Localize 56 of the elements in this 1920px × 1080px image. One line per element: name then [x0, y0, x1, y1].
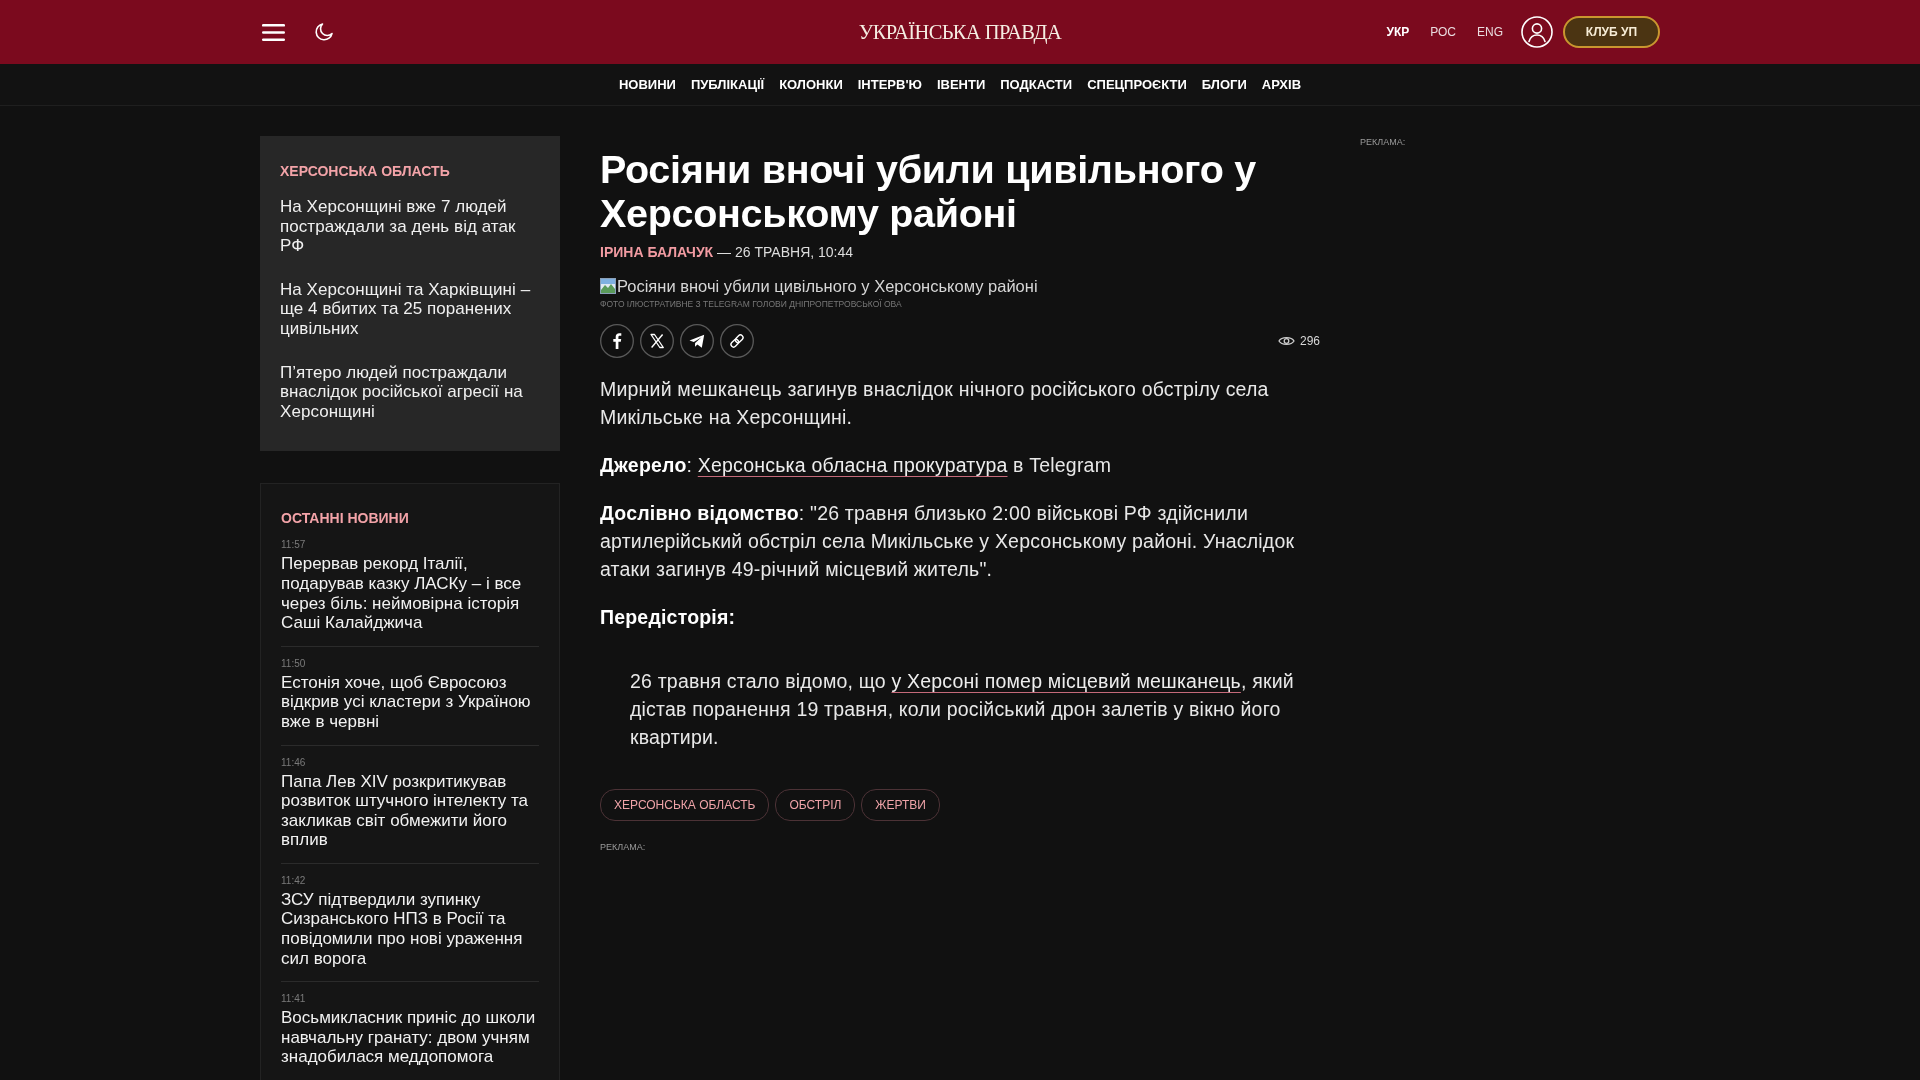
chain-link-icon[interactable] — [720, 324, 754, 358]
news-link[interactable]: П’ятеро людей постраждали внаслідок російської агресії на Херсонщині — [280, 362, 540, 422]
image-alt-text: Росіяни вночі убили цивільного у Херсонському районі — [617, 277, 1038, 295]
news-time: 11:42 — [281, 873, 307, 888]
nav-link[interactable]: ІВЕНТИ — [936, 77, 986, 92]
section-heading: ХЕРСОНСЬКА ОБЛАСТЬ — [280, 162, 451, 181]
article-paragraph: Дослівно відомство: "26 травня близько 2:00 військові РФ здійснили артилерійський обстріл села Микільське у Херсонському районі. Унаслідок атаки загинув 49-річний місцевий житель". — [600, 501, 1296, 582]
nav-link[interactable]: КОЛОНКИ — [779, 77, 843, 92]
news-time: 11:46 — [281, 755, 307, 770]
section-heading: ОСТАННІ НОВИНИ — [281, 509, 410, 529]
article-title: Росіяни вночі убили цивільного у Херсонському районі — [600, 147, 1257, 235]
news-time: 11:50 — [281, 656, 307, 671]
nav-link[interactable]: АРХІВ — [1261, 77, 1302, 92]
photo-caption: ФОТО ІЛЮСТРАТИВНЕ З TELEGRAM ГОЛОВИ ДНІПРОПЕТРОВСЬКОЇ ОВА — [600, 298, 903, 310]
ad-label: РЕКЛАМА: — [600, 841, 647, 853]
eye-icon — [1277, 335, 1295, 347]
language-link[interactable]: РОС — [1430, 25, 1456, 39]
article-paragraph: Мирний мешканець загинув внаслідок нічного російського обстрілу села Микільське на Херсонщині. — [600, 377, 1270, 430]
language-link[interactable]: ENG — [1477, 25, 1503, 39]
nav-link[interactable]: БЛОГИ — [1201, 77, 1247, 92]
news-link[interactable]: Восьмикласник приніс до школи навчальну гранату: двом учням знадобилася меддопомога — [281, 1008, 539, 1068]
tag-link[interactable]: ОБСТРІЛ — [775, 789, 856, 821]
paper-plane-icon[interactable] — [680, 324, 714, 358]
author-link[interactable]: ІРИНА БАЛАЧУК — [600, 244, 714, 260]
article-link[interactable]: Херсонська обласна прокуратура — [697, 454, 1008, 476]
x-logo-icon[interactable] — [640, 324, 674, 358]
news-link[interactable]: На Херсонщині та Харківщині – ще 4 вбитих та 25 поранених цивільних — [280, 279, 540, 339]
news-link[interactable]: Перервав рекорд Італії, подарував казку ЛАСКу – і все через біль: неймовірна історія Саші Калайджича — [281, 554, 539, 633]
facebook-icon[interactable] — [600, 324, 634, 358]
view-count: 296 — [1299, 334, 1320, 348]
quote-paragraph: 26 травня стало відомо, що у Херсоні помер місцевий мешканець, який дістав поранення 19 травня, коли російський дрон залетів у вікно його квартири. — [629, 669, 1295, 750]
moon-icon[interactable] — [315, 23, 333, 41]
tag-link[interactable]: ХЕРСОНСЬКА ОБЛАСТЬ — [600, 789, 770, 821]
nav-link[interactable]: ІНТЕРВ'Ю — [857, 77, 922, 92]
news-link[interactable]: ЗСУ підтвердили зупинку Сизранського НПЗ в Росії та повідомили про нові ураження сил ворога — [281, 889, 539, 969]
news-link[interactable]: Естонія хоче, щоб Євросоюз відкрив усі кластери з Україною вже в червні — [281, 672, 539, 732]
user-icon[interactable] — [1521, 16, 1553, 48]
nav-link[interactable]: НОВИНИ — [618, 77, 676, 92]
language-link[interactable]: УКР — [1386, 25, 1410, 39]
nav-link[interactable]: ПУБЛІКАЦІЇ — [690, 77, 765, 92]
tag-link[interactable]: ЖЕРТВИ — [861, 789, 940, 821]
section-subheading: Передісторія: — [600, 605, 737, 630]
nav-link[interactable]: ПОДКАСТИ — [1000, 77, 1073, 92]
publish-date: — 26 ТРАВНЯ, 10:44 — [717, 244, 854, 260]
menu-icon[interactable] — [262, 23, 285, 41]
ad-label: РЕКЛАМА: — [1360, 136, 1407, 148]
news-link[interactable]: Папа Лев XIV розкритикував розвиток штучного інтелекту та закликав світ обмежити його вплив — [281, 771, 539, 850]
news-link[interactable]: На Херсонщині вже 7 людей постраждали за день від атак РФ — [280, 197, 540, 256]
broken-image-icon — [600, 278, 616, 294]
news-time: 11:57 — [281, 538, 307, 553]
article-paragraph: Джерело: Херсонська обласна прокуратура в Telegram — [600, 453, 1113, 478]
news-time: 11:41 — [281, 992, 307, 1007]
site-logo[interactable]: УКРАЇНСЬКА ПРАВДА — [858, 20, 1062, 44]
nav-link[interactable]: СПЕЦПРОЄКТИ — [1087, 77, 1187, 92]
article-link[interactable]: у Херсоні помер місцевий мешканець — [891, 670, 1241, 692]
club-button[interactable]: КЛУБ УП — [1563, 16, 1660, 48]
